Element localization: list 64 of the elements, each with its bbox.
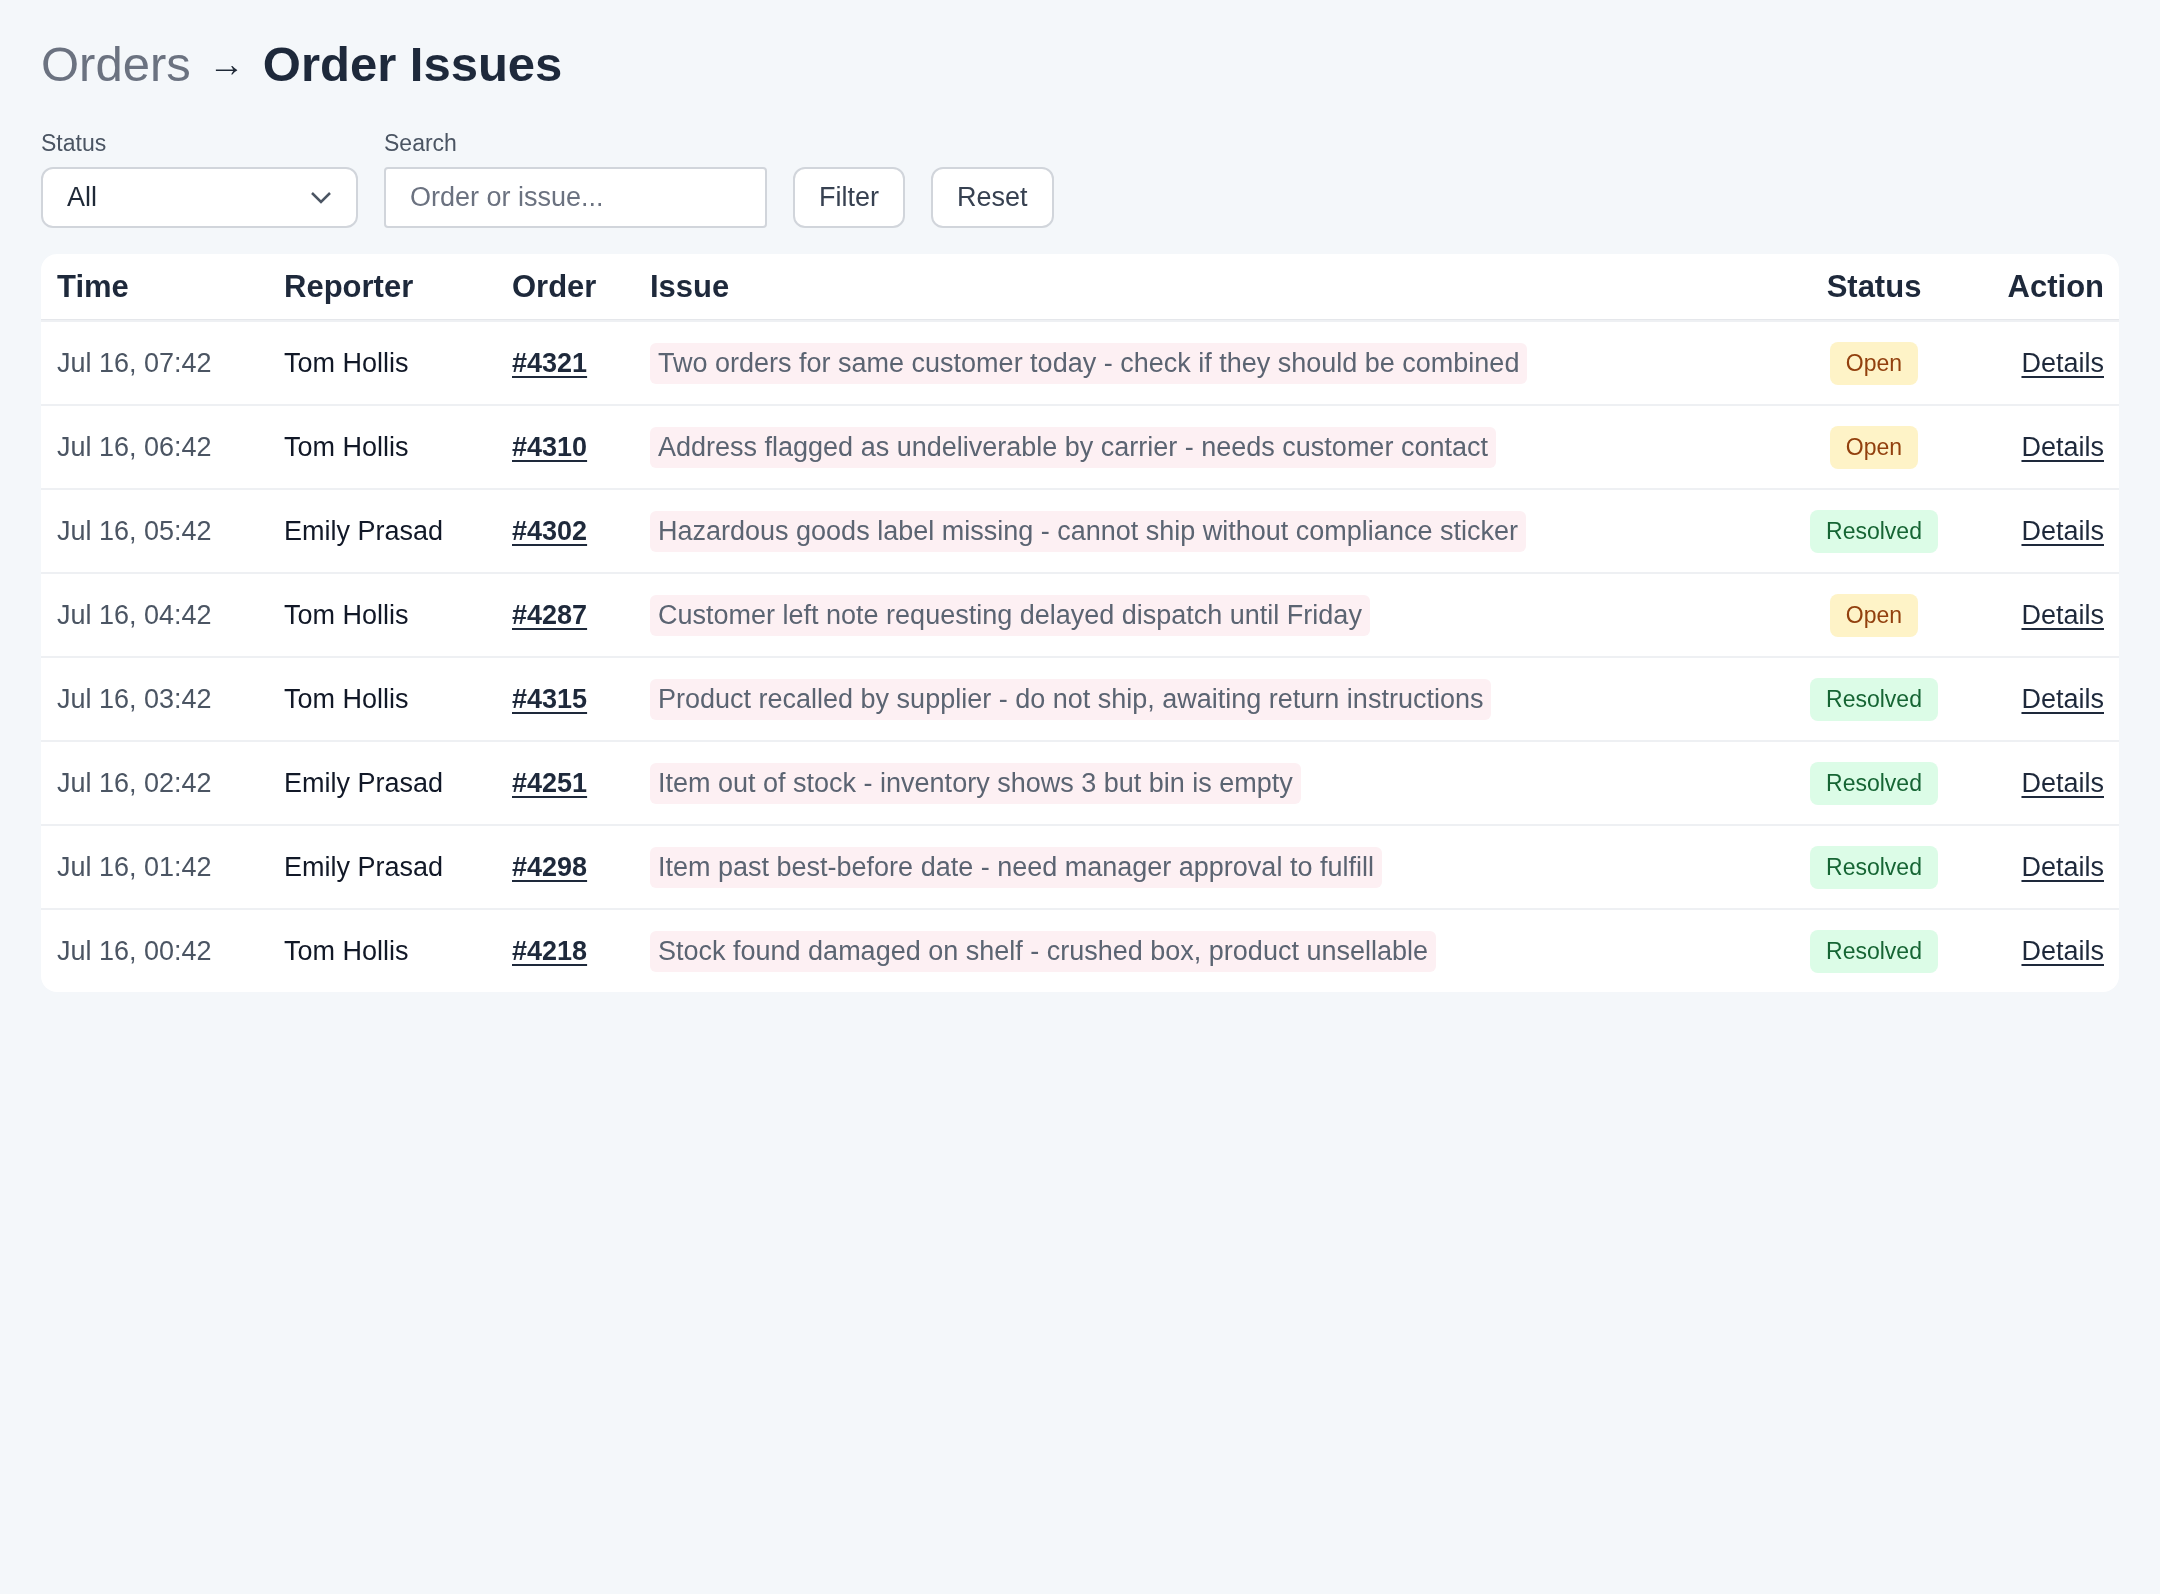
status-badge: Open bbox=[1829, 425, 1919, 469]
filter-button[interactable]: Filter bbox=[793, 167, 905, 228]
reset-button[interactable]: Reset bbox=[931, 167, 1054, 228]
issue-text: Hazardous goods label missing - cannot ship without compliance sticker bbox=[650, 510, 1526, 552]
status-badge: Open bbox=[1829, 341, 1919, 385]
breadcrumb-link[interactable]: Orders bbox=[41, 36, 191, 92]
column-header: Order bbox=[512, 268, 598, 305]
table-cell-text: Tom Hollis bbox=[284, 935, 410, 967]
table-cell-text: Jul 16, 05:42 bbox=[57, 515, 213, 547]
table-cell-text: Jul 16, 00:42 bbox=[57, 935, 213, 967]
status-badge: Resolved bbox=[1810, 761, 1938, 805]
order-link[interactable]: #4251 bbox=[512, 767, 650, 799]
issue-text: Stock found damaged on shelf - crushed box, product unsellable bbox=[650, 930, 1436, 972]
order-link[interactable]: #4302 bbox=[512, 515, 650, 547]
issue-text: Item out of stock - inventory shows 3 but bin is empty bbox=[650, 762, 1301, 804]
status-badge: Resolved bbox=[1810, 845, 1938, 889]
order-link[interactable]: #4298 bbox=[512, 851, 650, 883]
details-link[interactable]: Details bbox=[2021, 683, 2104, 715]
table-cell-text: Emily Prasad bbox=[284, 515, 445, 547]
table-cell-text: Jul 16, 04:42 bbox=[57, 599, 213, 631]
table-cell-text: Jul 16, 02:42 bbox=[57, 767, 213, 799]
status-badge: Open bbox=[1829, 593, 1919, 637]
column-header: Issue bbox=[650, 268, 731, 305]
arrow-icon: → bbox=[208, 43, 245, 85]
order-link[interactable]: #4287 bbox=[512, 599, 650, 631]
status-badge: Resolved bbox=[1810, 677, 1938, 721]
details-link[interactable]: Details bbox=[2021, 515, 2104, 547]
column-header: Action bbox=[2007, 268, 2104, 305]
order-link[interactable]: #4315 bbox=[512, 683, 650, 715]
chevron-down-icon bbox=[310, 190, 332, 205]
details-link[interactable]: Details bbox=[2021, 935, 2104, 967]
table-cell-text: Tom Hollis bbox=[284, 599, 410, 631]
table-cell-text: Jul 16, 01:42 bbox=[57, 851, 213, 883]
status-badge: Resolved bbox=[1810, 509, 1938, 553]
column-header: Reporter bbox=[284, 268, 415, 305]
issue-text: Address flagged as undeliverable by carrier - needs customer contact bbox=[650, 426, 1496, 468]
table-cell-text: Tom Hollis bbox=[284, 683, 410, 715]
table-cell-text: Emily Prasad bbox=[284, 767, 445, 799]
table-cell-text: Tom Hollis bbox=[284, 347, 410, 379]
page-title: Order Issues bbox=[262, 36, 563, 92]
issue-text: Product recalled by supplier - do not ship, awaiting return instructions bbox=[650, 678, 1492, 720]
status-dropdown[interactable]: All bbox=[41, 167, 358, 228]
table-cell-text: Jul 16, 06:42 bbox=[57, 431, 213, 463]
table-cell-text: Jul 16, 07:42 bbox=[57, 347, 213, 379]
search-field[interactable]: Order or issue... bbox=[384, 167, 767, 228]
details-link[interactable]: Details bbox=[2021, 347, 2104, 379]
details-link[interactable]: Details bbox=[2021, 767, 2104, 799]
column-header: Status bbox=[1826, 268, 1922, 305]
column-header: Time bbox=[57, 268, 130, 305]
order-link[interactable]: #4310 bbox=[512, 431, 650, 463]
details-link[interactable]: Details bbox=[2021, 431, 2104, 463]
details-link[interactable]: Details bbox=[2021, 599, 2104, 631]
field-label: Status bbox=[41, 130, 108, 157]
issue-text: Item past best-before date - need manager approval to fulfill bbox=[650, 846, 1382, 888]
details-link[interactable]: Details bbox=[2021, 851, 2104, 883]
issue-text: Two orders for same customer today - check if they should be combined bbox=[650, 342, 1528, 384]
order-link[interactable]: #4321 bbox=[512, 347, 650, 379]
issue-text: Customer left note requesting delayed dispatch until Friday bbox=[650, 594, 1370, 636]
order-link[interactable]: #4218 bbox=[512, 935, 650, 967]
table-cell-text: Emily Prasad bbox=[284, 851, 445, 883]
table-cell-text: Jul 16, 03:42 bbox=[57, 683, 213, 715]
table-cell-text: Tom Hollis bbox=[284, 431, 410, 463]
status-badge: Resolved bbox=[1810, 929, 1938, 973]
field-label: Search bbox=[384, 130, 458, 157]
